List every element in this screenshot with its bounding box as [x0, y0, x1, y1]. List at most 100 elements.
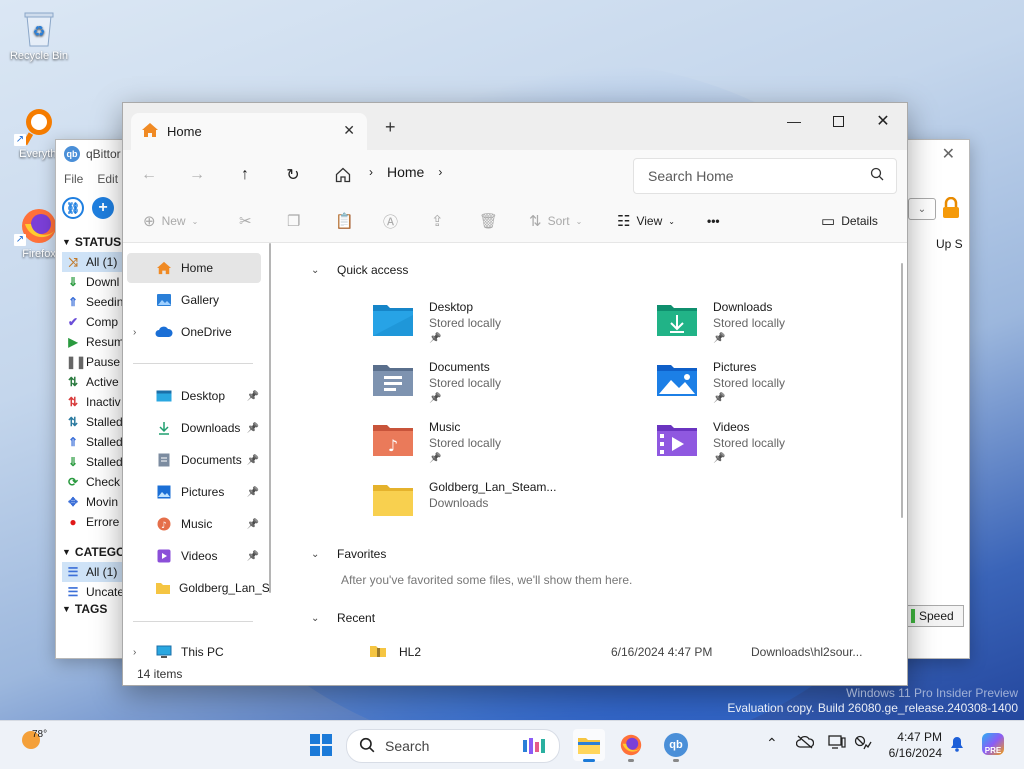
- taskbar-search[interactable]: Search: [346, 729, 560, 763]
- active-icon: ⇅: [67, 375, 79, 389]
- taskbar-file-explorer[interactable]: [573, 729, 605, 762]
- menu-edit[interactable]: Edit: [97, 172, 118, 186]
- inactive-icon: ⇅: [67, 395, 79, 409]
- desktop-icon-recycle-bin[interactable]: ♻ Recycle Bin: [4, 8, 74, 62]
- nav-item-pinned[interactable]: Pictures 📌: [127, 477, 261, 507]
- chevron-right-icon[interactable]: ›: [133, 647, 136, 658]
- qbittorrent-filter-dropdown[interactable]: ⌄: [908, 198, 936, 220]
- chevron-right-icon[interactable]: ›: [133, 327, 136, 338]
- up-button[interactable]: ↑: [233, 163, 257, 187]
- paste-button[interactable]: 📋: [335, 210, 354, 232]
- nav-label: This PC: [181, 645, 224, 659]
- quick-access-item[interactable]: Downloads Stored locally 📌: [655, 299, 785, 355]
- cut-button[interactable]: ✂: [239, 210, 252, 232]
- new-button[interactable]: ⊕ New ⌄: [143, 210, 198, 232]
- cut-icon: ✂: [239, 213, 252, 230]
- nav-item-onedrive[interactable]: › OneDrive: [127, 317, 261, 347]
- stalled-icon: ⇅: [67, 415, 79, 429]
- quick-access-text: Pictures Stored locally 📌: [713, 359, 785, 407]
- details-label: Details: [841, 214, 878, 228]
- menu-file[interactable]: File: [64, 172, 83, 186]
- maximize-button[interactable]: [815, 107, 861, 135]
- chevron-right-icon[interactable]: ›: [438, 165, 442, 179]
- chevron-right-icon: ›: [369, 165, 373, 179]
- content-scrollbar[interactable]: [901, 263, 903, 518]
- navigation-pane: Home Gallery › OneDrive Desktop 📌 Download…: [123, 243, 271, 659]
- upload-speed-column-header[interactable]: Up S: [936, 237, 963, 251]
- view-button[interactable]: ☷ View ⌄: [617, 210, 675, 232]
- section-quick-access[interactable]: ⌄ Quick access: [311, 263, 408, 277]
- tab-home[interactable]: Home ✕: [131, 113, 367, 150]
- new-tab-button[interactable]: +: [385, 117, 396, 138]
- taskbar-firefox[interactable]: [615, 729, 647, 762]
- nav-item-this-pc[interactable]: › This PC: [127, 637, 261, 667]
- chevron-down-icon: ⌄: [311, 548, 320, 560]
- close-tab-button[interactable]: ✕: [343, 122, 355, 139]
- quick-access-item[interactable]: Desktop Stored locally 📌: [371, 299, 501, 355]
- quick-access-name: Downloads: [713, 300, 773, 314]
- nav-scrollbar[interactable]: [269, 243, 271, 593]
- more-options-button[interactable]: •••: [707, 210, 720, 232]
- pause-icon: ❚❚: [66, 355, 87, 369]
- taskbar-qbittorrent[interactable]: qb: [660, 729, 692, 762]
- nav-item-pinned[interactable]: Downloads 📌: [127, 413, 261, 443]
- file-explorer-window[interactable]: Home ✕ + — ✕ ← → ↑ ↻ › Home › ⊕ New ⌄ ✂: [122, 102, 908, 686]
- address-home-icon[interactable]: [331, 163, 355, 187]
- nav-item-home[interactable]: Home: [127, 253, 261, 283]
- network-icon[interactable]: [854, 735, 872, 754]
- weather-widget[interactable]: 78°: [22, 729, 47, 749]
- forward-button[interactable]: →: [185, 163, 209, 187]
- start-button[interactable]: [310, 734, 332, 756]
- minimize-button[interactable]: —: [771, 107, 817, 135]
- refresh-button[interactable]: ↻: [281, 163, 305, 187]
- quick-access-item[interactable]: Documents Stored locally 📌: [371, 359, 501, 415]
- windows-logo-pane: [322, 746, 332, 756]
- status-filter-label: Errore: [86, 515, 120, 529]
- nav-item-pinned[interactable]: Documents 📌: [127, 445, 261, 475]
- qbittorrent-close-button[interactable]: ✕: [942, 144, 955, 164]
- nav-item-gallery[interactable]: Gallery: [127, 285, 261, 315]
- quick-access-item[interactable]: Videos Stored locally 📌: [655, 419, 785, 475]
- close-window-button[interactable]: ✕: [860, 107, 906, 135]
- quick-access-item[interactable]: ♪ Music Stored locally 📌: [371, 419, 501, 475]
- quick-access-item[interactable]: Pictures Stored locally 📌: [655, 359, 785, 415]
- share-button[interactable]: ⇪: [431, 210, 444, 232]
- quick-access-name: Pictures: [713, 360, 757, 374]
- chevron-down-icon: ⌄: [668, 216, 675, 226]
- recent-row[interactable]: HL2 6/16/2024 4:47 PM Downloads\hl2sour.…: [369, 641, 899, 663]
- copy-button[interactable]: ❐: [287, 210, 300, 232]
- quick-access-subtitle: Stored locally: [429, 436, 502, 450]
- breadcrumb-home[interactable]: Home: [387, 164, 424, 180]
- music-folder-icon: ♪: [371, 419, 415, 459]
- show-hidden-icons-chevron-icon[interactable]: ⌃: [766, 735, 778, 752]
- section-recent[interactable]: ⌄ Recent: [311, 611, 375, 625]
- delete-button[interactable]: 🗑: [479, 210, 498, 232]
- nav-item-pinned[interactable]: Desktop 📌: [127, 381, 261, 411]
- pin-icon: 📌: [713, 333, 726, 344]
- nav-item-pinned[interactable]: Goldberg_Lan_S: [127, 573, 270, 603]
- paste-icon: 📋: [335, 213, 354, 230]
- details-button[interactable]: ▭ Details: [821, 210, 878, 232]
- lock-icon[interactable]: [942, 196, 962, 219]
- breadcrumb[interactable]: › Home ›: [369, 164, 442, 180]
- pin-icon: 📌: [713, 393, 726, 404]
- sort-button[interactable]: ⇅ Sort ⌄: [529, 210, 582, 232]
- onedrive-offline-icon[interactable]: [795, 735, 815, 752]
- rename-button[interactable]: Ⓐ: [383, 210, 398, 232]
- speed-graph-tab[interactable]: Speed: [906, 605, 964, 627]
- search-box[interactable]: [633, 158, 897, 194]
- add-link-button[interactable]: ⛓: [62, 197, 84, 219]
- display-icon[interactable]: [828, 735, 846, 752]
- notification-bell-icon[interactable]: [950, 736, 964, 755]
- nav-item-pinned[interactable]: Videos 📌: [127, 541, 261, 571]
- section-favorites[interactable]: ⌄ Favorites: [311, 547, 386, 561]
- nav-item-pinned[interactable]: ♪ Music 📌: [127, 509, 261, 539]
- recent-date: 6/16/2024 4:47 PM: [611, 645, 713, 659]
- back-button[interactable]: ←: [137, 163, 161, 187]
- search-input[interactable]: [646, 167, 860, 185]
- active-app-indicator: [583, 759, 595, 762]
- system-clock[interactable]: 4:47 PM 6/16/2024: [884, 729, 942, 761]
- add-torrent-button[interactable]: +: [92, 197, 114, 219]
- copilot-icon[interactable]: PRE: [982, 733, 1004, 755]
- quick-access-item[interactable]: Goldberg_Lan_Steam... Downloads: [371, 479, 556, 535]
